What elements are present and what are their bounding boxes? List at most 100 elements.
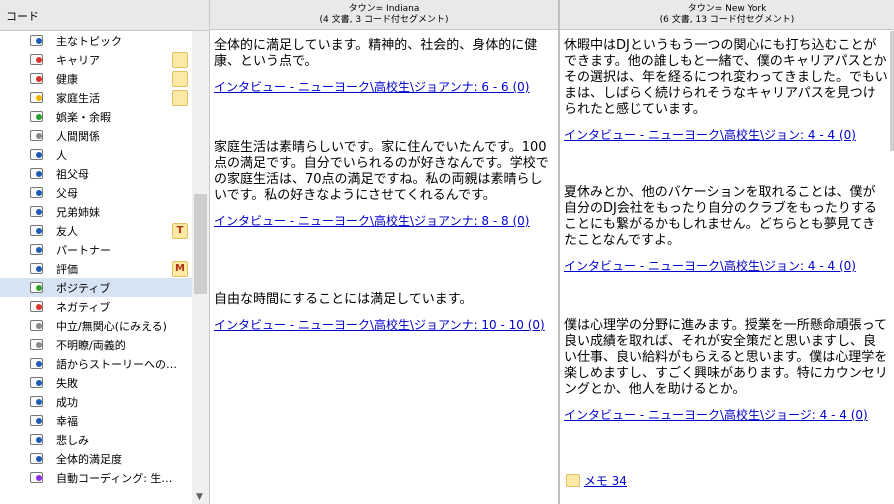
code-item[interactable]: 成功 — [0, 392, 192, 411]
segment-source-link[interactable]: インタビュー - ニューヨーク\高校生\ジョアンナ: 10 - 10 (0) — [214, 316, 552, 333]
code-label: 不明瞭/両義的 — [56, 339, 126, 352]
column-scrollbar[interactable] — [890, 31, 894, 151]
segment-text: 休暇中はDJというもう一つの関心にも打ち込むことができます。他の誰しもと一緒で、… — [564, 38, 888, 117]
code-icon — [30, 282, 43, 293]
code-item[interactable]: 人 — [0, 145, 192, 164]
segment-source-link[interactable]: インタビュー - ニューヨーク\高校生\ジョン: 4 - 4 (0) — [564, 126, 888, 143]
code-item[interactable]: パートナー — [0, 240, 192, 259]
code-label: 幸福 — [56, 415, 78, 428]
segment-text: 全体的に満足しています。精神的、社会的、身体的に健康、という点で。 — [214, 38, 538, 69]
code-item[interactable]: 全体的満足度 — [0, 449, 192, 468]
code-tree-header-label: コード — [6, 10, 39, 23]
code-icon — [30, 396, 43, 407]
code-icon — [30, 244, 43, 255]
code-label: 語からストーリーへの… — [56, 358, 177, 371]
code-list-scrollbar[interactable]: ▼ — [192, 31, 209, 504]
code-memo-icon[interactable]: M — [172, 261, 188, 277]
column-subtitle: (6 文書, 13 コード付セグメント) — [659, 15, 795, 25]
code-icon — [30, 301, 43, 312]
code-icon — [30, 225, 43, 236]
code-item[interactable]: 人間関係 — [0, 126, 192, 145]
code-item[interactable]: 祖父母 — [0, 164, 192, 183]
code-item[interactable]: 中立/無関心(にみえる) — [0, 316, 192, 335]
code-item[interactable]: 失敗 — [0, 373, 192, 392]
code-item[interactable]: 娯楽・余暇 — [0, 107, 192, 126]
code-item[interactable]: 友人 T — [0, 221, 192, 240]
segment-column-indiana: タウン= Indiana (4 文書, 3 コード付セグメント) 全体的に満足し… — [210, 0, 560, 504]
code-label: 全体的満足度 — [56, 453, 122, 466]
code-item[interactable]: 不明瞭/両義的 — [0, 335, 192, 354]
code-label: 失敗 — [56, 377, 78, 390]
code-icon — [30, 54, 43, 65]
code-item[interactable]: 評価 M — [0, 259, 192, 278]
code-item[interactable]: 兄弟姉妹 — [0, 202, 192, 221]
code-icon — [30, 73, 43, 84]
code-tree-pane: コード 主なトピック キャリア健康 家庭生活娯楽・余暇人間関係人祖父母父母兄弟姉妹友… — [0, 0, 210, 504]
column-subtitle: (4 文書, 3 コード付セグメント) — [319, 15, 449, 25]
code-label: 父母 — [56, 187, 78, 200]
segment-text: 自由な時間にすることには満足しています。 — [214, 292, 473, 307]
segment-column-new-york: タウン= New York (6 文書, 13 コード付セグメント) 休暇中はD… — [560, 0, 894, 504]
memo-icon — [566, 474, 580, 487]
segment-source-link[interactable]: インタビュー - ニューヨーク\高校生\ジョージ: 4 - 4 (0) — [564, 406, 888, 423]
code-tree-header: コード — [0, 0, 209, 31]
code-item[interactable]: ネガティブ — [0, 297, 192, 316]
code-item[interactable]: 悲しみ — [0, 430, 192, 449]
scroll-down-arrow-icon[interactable]: ▼ — [196, 492, 203, 502]
code-icon — [30, 339, 43, 350]
code-item[interactable]: 語からストーリーへの… — [0, 354, 192, 373]
code-label: 祖父母 — [56, 168, 89, 181]
code-item[interactable]: ポジティブ — [0, 278, 192, 297]
code-icon — [30, 187, 43, 198]
code-label: 中立/無関心(にみえる) — [56, 320, 167, 333]
code-memo-icon[interactable] — [172, 52, 188, 68]
code-icon — [30, 358, 43, 369]
coded-segment: 家庭生活は素晴らしいです。家に住んでいたんです。100点の満足です。自分でいられ… — [214, 140, 552, 229]
code-label: ネガティブ — [56, 301, 111, 314]
code-icon — [30, 320, 43, 331]
coded-segment: 僕は心理学の分野に進みます。授業を一所懸命頑張って良い成績を取れば、それが安全策… — [564, 318, 888, 423]
code-item[interactable]: 父母 — [0, 183, 192, 202]
code-label: 自動コーディング: 生… — [56, 472, 173, 485]
column-header: タウン= New York (6 文書, 13 コード付セグメント) — [560, 0, 894, 30]
code-memo-icon[interactable] — [172, 90, 188, 106]
code-label: ポジティブ — [56, 282, 111, 295]
code-icon — [30, 434, 43, 445]
code-icon — [30, 415, 43, 426]
code-label: 評価 — [56, 263, 78, 276]
code-icon — [30, 111, 43, 122]
code-item[interactable]: キャリア — [0, 50, 192, 69]
coded-segment: 夏休みとか、他のバケーションを取れることは、僕が自分のDJ会社をもったり自分のク… — [564, 185, 888, 274]
segment-source-link[interactable]: インタビュー - ニューヨーク\高校生\ジョン: 4 - 4 (0) — [564, 257, 888, 274]
code-label: 成功 — [56, 396, 78, 409]
column-title: タウン= New York — [687, 4, 767, 14]
segment-text: 夏休みとか、他のバケーションを取れることは、僕が自分のDJ会社をもったり自分のク… — [564, 185, 877, 248]
memo-link[interactable]: メモ 34 — [584, 474, 627, 488]
code-icon — [30, 472, 43, 483]
code-item[interactable]: 自動コーディング: 生… — [0, 468, 192, 487]
code-label: キャリア — [56, 54, 100, 67]
memo-link-row[interactable]: メモ 34 — [566, 472, 627, 489]
code-label: 主なトピック — [56, 35, 122, 48]
code-icon — [30, 130, 43, 141]
code-icon — [30, 377, 43, 388]
code-label: 娯楽・余暇 — [56, 111, 111, 124]
code-memo-icon[interactable]: T — [172, 223, 188, 239]
code-icon — [30, 149, 43, 160]
segment-text: 僕は心理学の分野に進みます。授業を一所懸命頑張って良い成績を取れば、それが安全策… — [564, 318, 888, 397]
code-icon — [30, 168, 43, 179]
code-icon — [30, 206, 43, 217]
code-item[interactable]: 健康 — [0, 69, 192, 88]
code-label: 人 — [56, 149, 67, 162]
code-list: 主なトピック キャリア健康 家庭生活娯楽・余暇人間関係人祖父母父母兄弟姉妹友人 T パー… — [0, 31, 192, 504]
scrollbar-thumb[interactable] — [194, 194, 207, 294]
segment-source-link[interactable]: インタビュー - ニューヨーク\高校生\ジョアンナ: 8 - 8 (0) — [214, 212, 552, 229]
code-icon — [30, 453, 43, 464]
code-label: 兄弟姉妹 — [56, 206, 100, 219]
code-item[interactable]: 主なトピック — [0, 31, 192, 50]
segment-text: 家庭生活は素晴らしいです。家に住んでいたんです。100点の満足です。自分でいられ… — [214, 140, 549, 203]
code-item[interactable]: 家庭生活 — [0, 88, 192, 107]
code-memo-icon[interactable] — [172, 71, 188, 87]
segment-source-link[interactable]: インタビュー - ニューヨーク\高校生\ジョアンナ: 6 - 6 (0) — [214, 78, 552, 95]
code-item[interactable]: 幸福 — [0, 411, 192, 430]
